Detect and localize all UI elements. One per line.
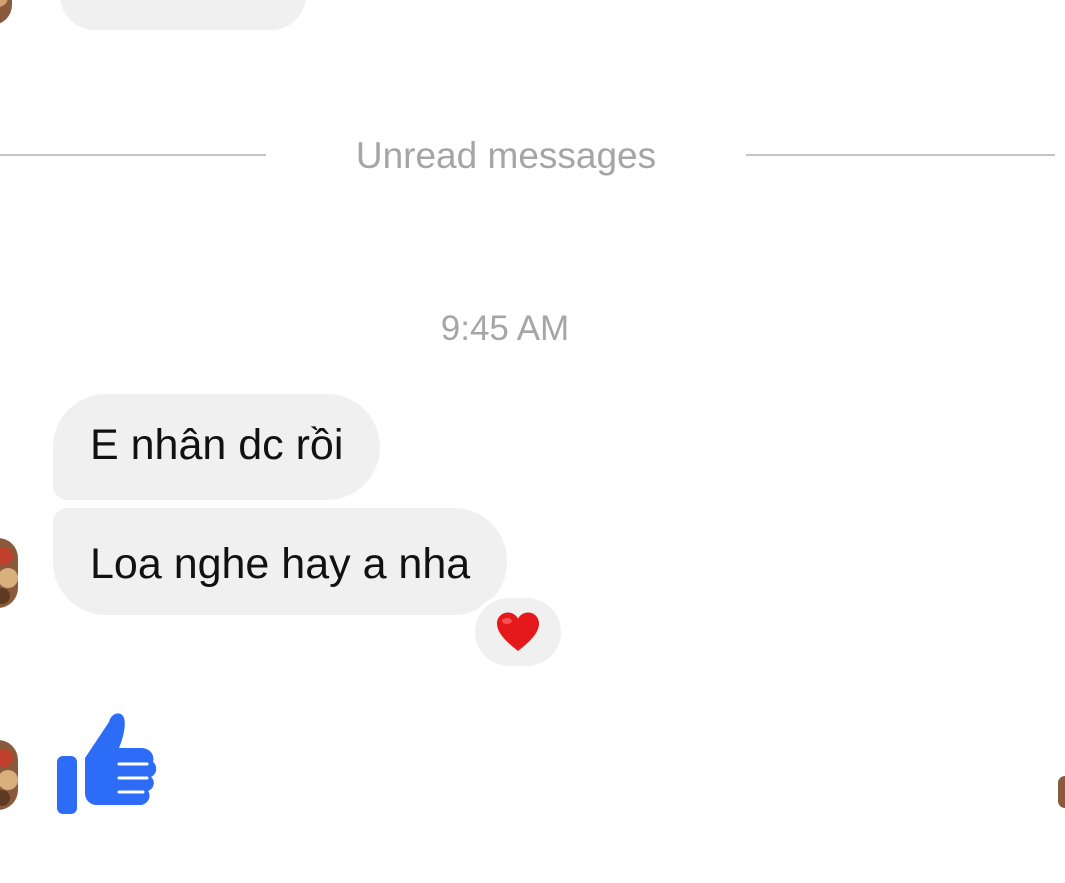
avatar-image	[0, 538, 18, 608]
sender-avatar[interactable]	[0, 538, 18, 608]
message-timestamp: 9:45 AM	[440, 309, 570, 348]
sender-avatar[interactable]	[0, 740, 18, 810]
avatar-image	[0, 0, 12, 25]
read-receipt-avatar	[1058, 776, 1065, 808]
thumbs-up-icon	[57, 713, 157, 814]
message-bubble[interactable]: E nhân dc rồi	[53, 394, 381, 500]
like-message[interactable]	[55, 708, 159, 816]
reaction-badge[interactable]	[475, 598, 561, 666]
divider-line-right	[746, 154, 1055, 156]
heart-icon	[497, 612, 539, 651]
avatar-image	[0, 740, 18, 810]
previous-message-bubble[interactable]	[60, 0, 306, 30]
divider-line-left	[0, 154, 266, 156]
unread-divider-label: Unread messages	[355, 135, 657, 176]
sender-avatar[interactable]	[0, 0, 12, 25]
message-bubble[interactable]: Loa nghe hay a nha	[53, 508, 508, 615]
